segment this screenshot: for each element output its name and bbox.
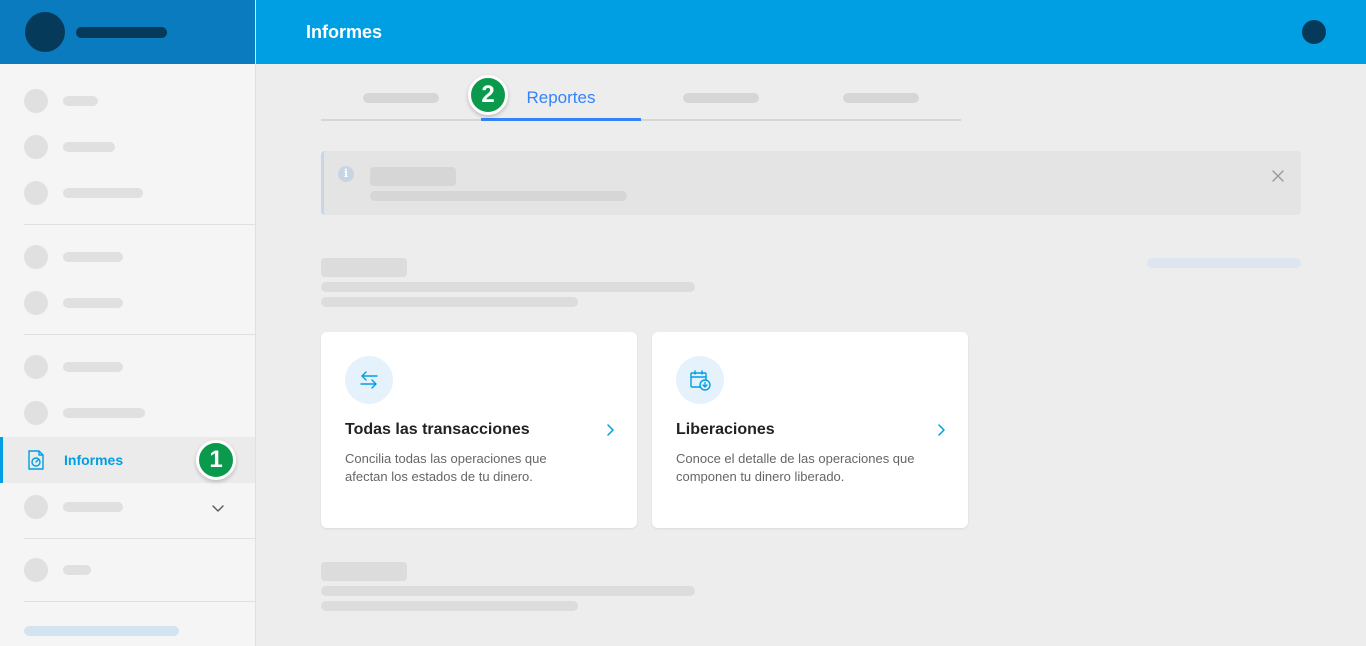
section-text-placeholder: [321, 282, 695, 292]
sidebar-item[interactable]: [0, 124, 255, 170]
chevron-right-icon: [607, 424, 614, 436]
nav-label-placeholder: [63, 502, 123, 512]
nav-icon-placeholder: [24, 135, 48, 159]
nav-label-placeholder: [63, 142, 115, 152]
sidebar: Informes: [0, 0, 256, 646]
nav-label-placeholder: [63, 96, 98, 106]
tab-placeholder[interactable]: [683, 93, 759, 103]
nav-icon-placeholder: [24, 355, 48, 379]
nav-icon-placeholder: [24, 89, 48, 113]
card-description: Conoce el detalle de las operaciones que…: [676, 451, 915, 484]
sidebar-divider: [24, 601, 255, 602]
sidebar-divider: [24, 224, 255, 225]
section-title-placeholder: [321, 258, 407, 277]
nav-icon-placeholder: [24, 291, 48, 315]
sidebar-item[interactable]: [0, 547, 255, 593]
sidebar-divider: [24, 538, 255, 539]
nav-icon-placeholder: [24, 245, 48, 269]
sidebar-item[interactable]: [0, 170, 255, 216]
section-text-placeholder: [321, 297, 578, 307]
transfer-arrows-icon: [345, 356, 393, 404]
card-todas-las-transacciones[interactable]: Todas las transacciones Concilia todas l…: [321, 332, 637, 528]
nav-label-placeholder: [63, 298, 123, 308]
section-title-placeholder: [321, 562, 407, 581]
notice-text-placeholder: [370, 191, 627, 201]
sidebar-footer-placeholder[interactable]: [24, 626, 179, 636]
sidebar-item[interactable]: [0, 78, 255, 124]
nav-label-placeholder: [63, 252, 123, 262]
tab-placeholder[interactable]: [843, 93, 919, 103]
info-icon: i: [338, 166, 354, 182]
tab-active-indicator: [481, 118, 641, 121]
step-badge-2: 2: [468, 75, 508, 115]
nav-label-placeholder: [63, 565, 91, 575]
account-avatar[interactable]: [25, 12, 65, 52]
card-liberaciones[interactable]: Liberaciones Conoce el detalle de las op…: [652, 332, 968, 528]
card-title: Liberaciones: [676, 421, 775, 438]
card-description: Concilia todas las operaciones que afect…: [345, 451, 547, 484]
account-name-placeholder: [76, 27, 167, 38]
document-report-icon: [28, 450, 44, 470]
section-link-placeholder[interactable]: [1147, 258, 1301, 268]
sidebar-item[interactable]: [0, 344, 255, 390]
sidebar-header: [0, 0, 255, 64]
chevron-down-icon: [212, 505, 224, 512]
close-icon[interactable]: [1271, 169, 1285, 183]
top-bar: Informes: [256, 0, 1366, 64]
page-title: Informes: [306, 22, 383, 42]
sidebar-item-label: Informes: [64, 452, 124, 468]
nav-label-placeholder: [63, 408, 145, 418]
tab-placeholder[interactable]: [363, 93, 439, 103]
nav-icon-placeholder: [24, 495, 48, 519]
nav-icon-placeholder: [24, 558, 48, 582]
tabs-baseline: [321, 119, 961, 121]
sidebar-divider: [24, 334, 255, 335]
section-text-placeholder: [321, 586, 695, 596]
sidebar-item-expandable[interactable]: [0, 484, 255, 530]
section-text-placeholder: [321, 601, 578, 611]
nav-icon-placeholder: [24, 401, 48, 425]
step-badge-1: 1: [196, 440, 236, 480]
calendar-download-icon: [676, 356, 724, 404]
user-avatar[interactable]: [1302, 20, 1326, 44]
chevron-right-icon: [938, 424, 945, 436]
info-notice: i: [321, 151, 1301, 215]
notice-title-placeholder: [370, 167, 456, 186]
card-title: Todas las transacciones: [345, 421, 530, 438]
sidebar-item[interactable]: [0, 280, 255, 326]
nav-label-placeholder: [63, 188, 143, 198]
nav-icon-placeholder: [24, 181, 48, 205]
sidebar-item[interactable]: [0, 234, 255, 280]
nav-label-placeholder: [63, 362, 123, 372]
sidebar-item[interactable]: [0, 390, 255, 436]
